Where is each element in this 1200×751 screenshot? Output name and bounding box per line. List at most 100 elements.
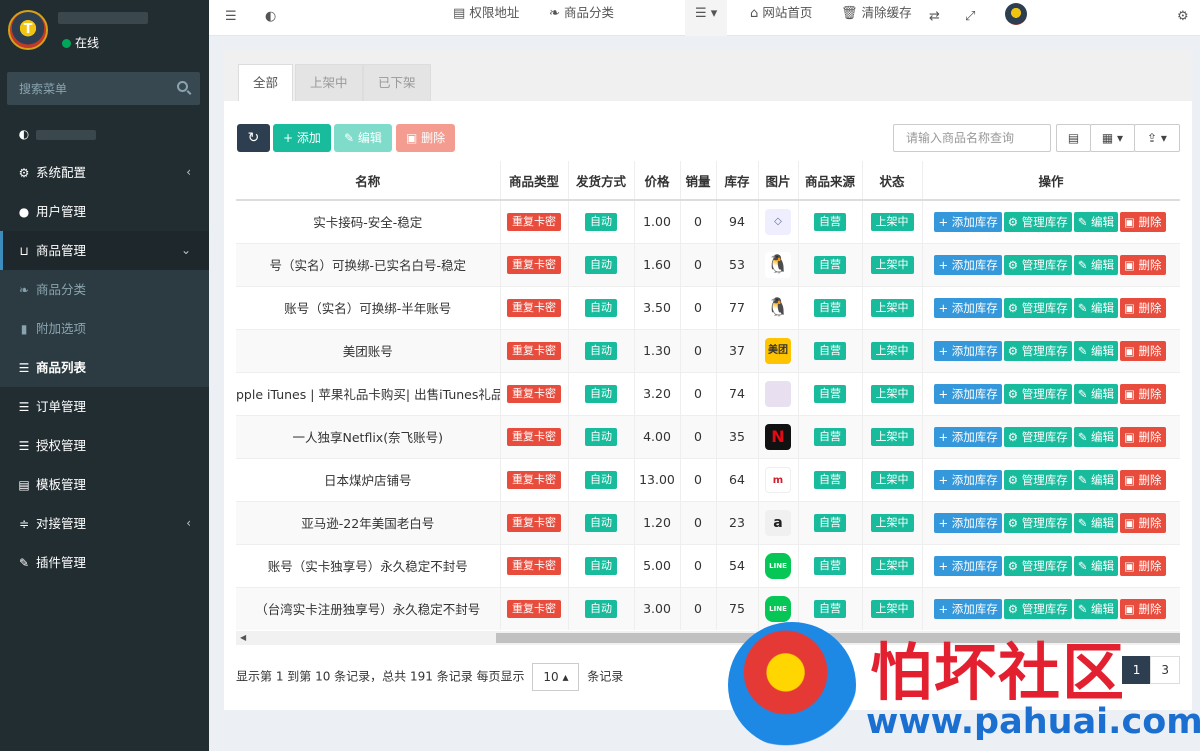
- sidebar-item-product-category[interactable]: ❧ 商品分类: [0, 270, 209, 309]
- columns-button[interactable]: ▦ ▾: [1090, 124, 1135, 152]
- sidebar-item-system-config[interactable]: ⚙ 系统配置 ‹: [0, 153, 209, 192]
- qq-product-icon[interactable]: 🐧: [765, 251, 791, 278]
- sidebar-item-orders[interactable]: ☰ 订单管理: [0, 387, 209, 426]
- row-delete-button[interactable]: ▣ 删除: [1120, 426, 1166, 447]
- col-type[interactable]: 商品类型: [500, 161, 569, 201]
- status-badge[interactable]: 上架中: [870, 470, 914, 489]
- status-badge[interactable]: 上架中: [870, 599, 914, 618]
- sidebar-item-users[interactable]: ● 用户管理: [0, 192, 209, 231]
- col-name[interactable]: 名称: [236, 161, 501, 201]
- toggle-view-button[interactable]: ▤: [1056, 124, 1091, 152]
- col-ship[interactable]: 发货方式: [568, 161, 635, 201]
- row-delete-button[interactable]: ▣ 删除: [1120, 555, 1166, 576]
- sidebar-item-extra-options[interactable]: ▮ 附加选项: [0, 309, 209, 348]
- status-badge[interactable]: 上架中: [870, 255, 914, 274]
- status-badge[interactable]: 上架中: [870, 341, 914, 360]
- add-stock-button[interactable]: + 添加库存: [934, 383, 1002, 404]
- manage-stock-button[interactable]: ⚙ 管理库存: [1003, 254, 1072, 275]
- manage-stock-button[interactable]: ⚙ 管理库存: [1003, 383, 1072, 404]
- row-edit-button[interactable]: ✎ 编辑: [1073, 254, 1119, 275]
- table-row[interactable]: 实卡接码-安全-稳定 重复卡密 自动 1.00 0 94 ◇ 自营 上架中 + 添加库存 ⚙ 管理库…: [236, 199, 1180, 243]
- add-stock-button[interactable]: + 添加库存: [934, 426, 1002, 447]
- language-icon[interactable]: ⇄: [929, 4, 940, 40]
- row-edit-button[interactable]: ✎ 编辑: [1073, 555, 1119, 576]
- manage-stock-button[interactable]: ⚙ 管理库存: [1003, 512, 1072, 533]
- delete-button[interactable]: ▣ 删除: [396, 124, 456, 152]
- add-stock-button[interactable]: + 添加库存: [934, 469, 1002, 490]
- row-edit-button[interactable]: ✎ 编辑: [1073, 383, 1119, 404]
- search-icon[interactable]: [177, 81, 188, 92]
- apple-product-icon[interactable]: [765, 380, 791, 407]
- table-row[interactable]: 日本煤炉店铺号 重复卡密 自动 13.00 0 64 m 自营 上架中 + 添加库存 ⚙ 管理库存 ✎…: [236, 457, 1180, 501]
- mt-product-icon[interactable]: 美团: [765, 337, 791, 364]
- col-source[interactable]: 商品来源: [798, 161, 863, 201]
- status-badge[interactable]: 上架中: [870, 212, 914, 231]
- row-delete-button[interactable]: ▣ 删除: [1120, 383, 1166, 404]
- tab-on-sale[interactable]: 上架中: [295, 64, 363, 101]
- status-badge[interactable]: 上架中: [870, 384, 914, 403]
- fullscreen-icon[interactable]: ⤢: [965, 4, 975, 40]
- edit-button[interactable]: ✎ 编辑: [334, 124, 392, 152]
- site-home-link[interactable]: ⌂ 网站首页: [750, 0, 812, 36]
- table-row[interactable]: pple iTunes | 苹果礼品卡购买| 出售iTunes礼品卡| 重复卡密 自…: [236, 371, 1180, 415]
- table-row[interactable]: 号（实名）可换绑-已实名白号-稳定 重复卡密 自动 1.60 0 53 🐧 自营 上架中 + 添加…: [236, 242, 1180, 286]
- add-stock-button[interactable]: + 添加库存: [934, 297, 1002, 318]
- sidebar-item-plugins[interactable]: ✎ 插件管理: [0, 543, 209, 582]
- col-image[interactable]: 图片: [758, 161, 799, 201]
- qq-product-icon[interactable]: 🐧: [765, 294, 791, 321]
- status-badge[interactable]: 上架中: [870, 427, 914, 446]
- manage-stock-button[interactable]: ⚙ 管理库存: [1003, 598, 1072, 619]
- amz-product-icon[interactable]: a: [765, 509, 791, 536]
- dashboard-icon[interactable]: ◐: [265, 4, 276, 40]
- add-stock-button[interactable]: + 添加库存: [934, 254, 1002, 275]
- status-badge[interactable]: 上架中: [870, 513, 914, 532]
- add-button[interactable]: + 添加: [273, 124, 331, 152]
- add-stock-button[interactable]: + 添加库存: [934, 555, 1002, 576]
- sidebar-item-products[interactable]: ⊔ 商品管理 ⌄: [0, 231, 209, 270]
- line-product-icon[interactable]: LINE: [765, 552, 791, 579]
- table-row[interactable]: 美团账号 重复卡密 自动 1.30 0 37 美团 自营 上架中 + 添加库存 ⚙ 管理库存 ✎ 编辑…: [236, 328, 1180, 372]
- col-sales[interactable]: 销量: [680, 161, 717, 201]
- row-edit-button[interactable]: ✎ 编辑: [1073, 469, 1119, 490]
- sidebar-item-integration[interactable]: ≑ 对接管理 ‹: [0, 504, 209, 543]
- row-delete-button[interactable]: ▣ 删除: [1120, 254, 1166, 275]
- menu-search-input[interactable]: [7, 72, 167, 105]
- page-size-select[interactable]: 10 ▴: [532, 663, 580, 691]
- row-delete-button[interactable]: ▣ 删除: [1120, 211, 1166, 232]
- header-avatar[interactable]: [1005, 3, 1027, 25]
- row-delete-button[interactable]: ▣ 删除: [1120, 340, 1166, 361]
- nav-dropdown[interactable]: ☰ ▾: [685, 0, 728, 36]
- scroll-left-icon[interactable]: ◀: [240, 633, 246, 642]
- sidebar-item-auth[interactable]: ☰ 授权管理: [0, 426, 209, 465]
- sidebar-item-product-list[interactable]: ☰ 商品列表: [0, 348, 209, 387]
- nf-product-icon[interactable]: N: [765, 423, 791, 450]
- product-search-input[interactable]: [893, 124, 1051, 152]
- row-edit-button[interactable]: ✎ 编辑: [1073, 340, 1119, 361]
- tab-all[interactable]: 全部: [238, 64, 294, 101]
- row-delete-button[interactable]: ▣ 删除: [1120, 512, 1166, 533]
- manage-stock-button[interactable]: ⚙ 管理库存: [1003, 340, 1072, 361]
- add-stock-button[interactable]: + 添加库存: [934, 211, 1002, 232]
- add-stock-button[interactable]: + 添加库存: [934, 598, 1002, 619]
- row-delete-button[interactable]: ▣ 删除: [1120, 297, 1166, 318]
- row-delete-button[interactable]: ▣ 删除: [1120, 598, 1166, 619]
- menu-toggle-icon[interactable]: ☰: [225, 4, 237, 40]
- add-stock-button[interactable]: + 添加库存: [934, 340, 1002, 361]
- table-row[interactable]: 账号（实名）可换绑-半年账号 重复卡密 自动 3.50 0 77 🐧 自营 上架中 + 添加库存 ⚙…: [236, 285, 1180, 329]
- row-delete-button[interactable]: ▣ 删除: [1120, 469, 1166, 490]
- col-status[interactable]: 状态: [862, 161, 923, 201]
- status-badge[interactable]: 上架中: [870, 298, 914, 317]
- manage-stock-button[interactable]: ⚙ 管理库存: [1003, 297, 1072, 318]
- table-row[interactable]: 一人独享Netflix(奈飞账号) 重复卡密 自动 4.00 0 35 N 自营 上架中 + 添加…: [236, 414, 1180, 458]
- row-edit-button[interactable]: ✎ 编辑: [1073, 598, 1119, 619]
- sidebar-item-templates[interactable]: ▤ 模板管理: [0, 465, 209, 504]
- refresh-button[interactable]: ↻: [237, 124, 270, 152]
- tab-off-sale[interactable]: 已下架: [363, 64, 431, 101]
- status-badge[interactable]: 上架中: [870, 556, 914, 575]
- table-row[interactable]: 账号（实卡独享号）永久稳定不封号 重复卡密 自动 5.00 0 54 LINE 自营 上架中 + …: [236, 543, 1180, 587]
- row-edit-button[interactable]: ✎ 编辑: [1073, 426, 1119, 447]
- col-stock[interactable]: 库存: [716, 161, 759, 201]
- avatar[interactable]: T: [8, 10, 48, 50]
- row-edit-button[interactable]: ✎ 编辑: [1073, 297, 1119, 318]
- category-link[interactable]: ❧ 商品分类: [549, 0, 614, 36]
